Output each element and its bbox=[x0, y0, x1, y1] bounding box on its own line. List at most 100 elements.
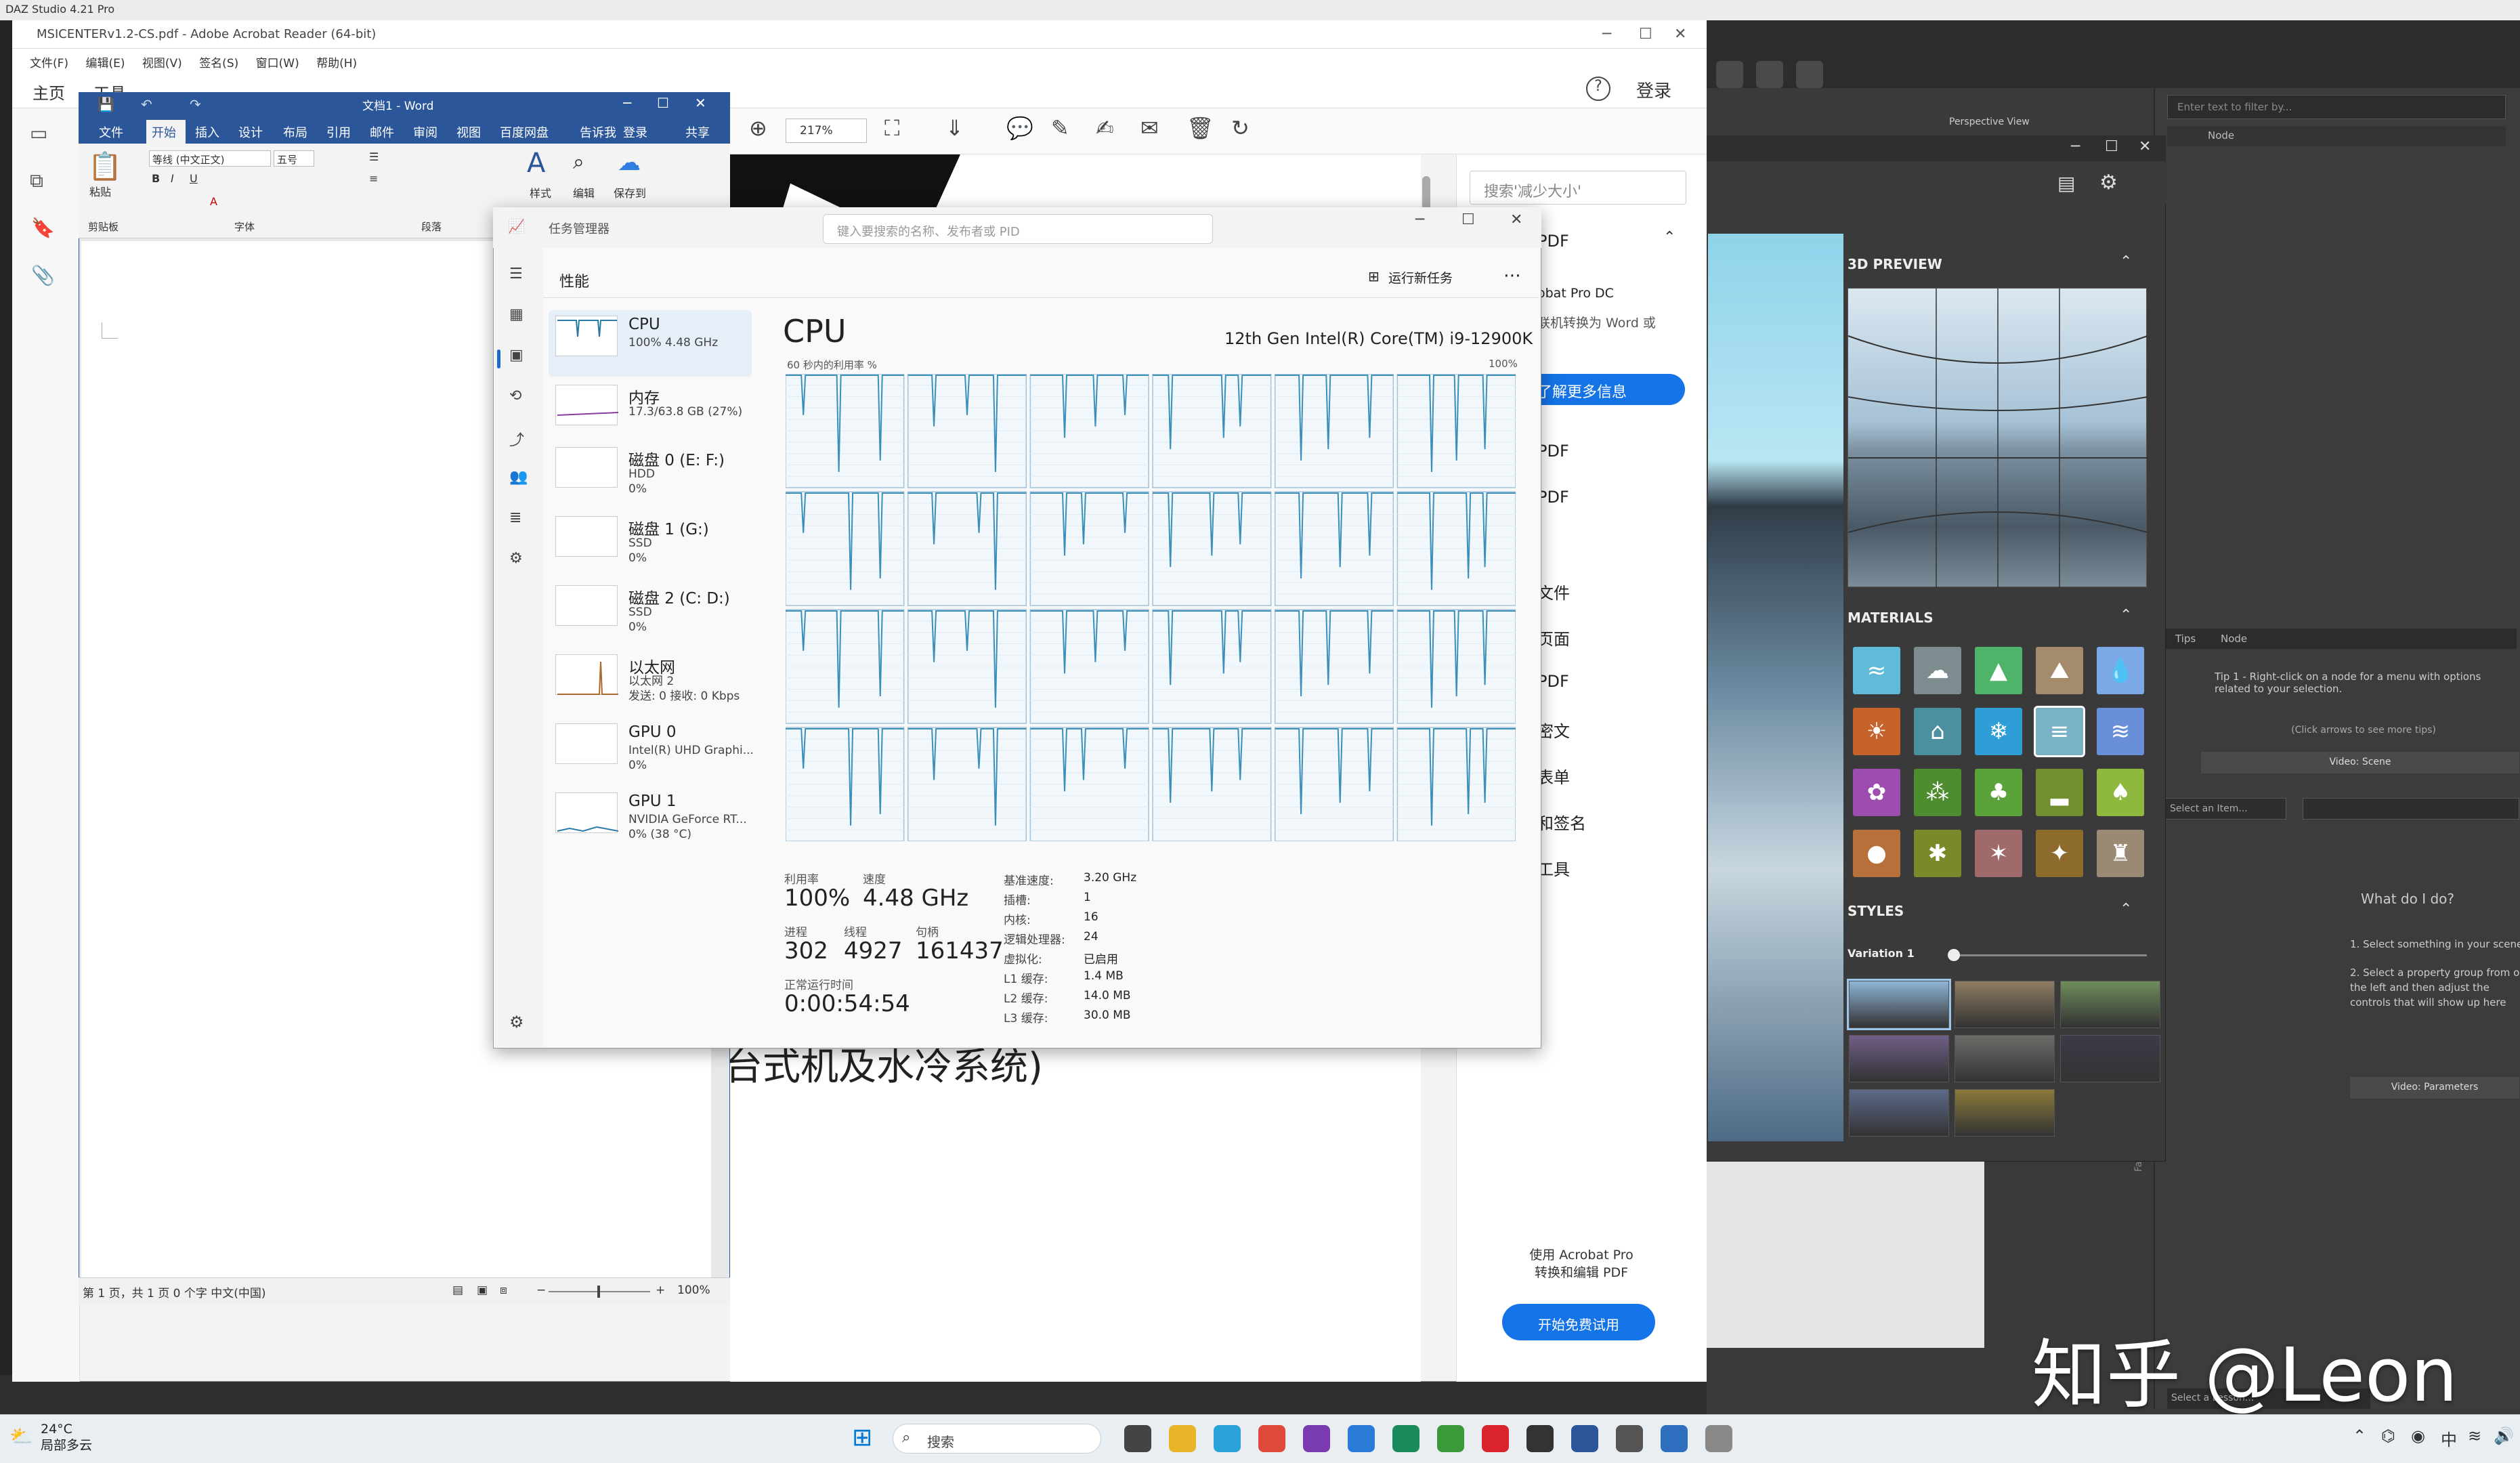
save-baidu-label[interactable]: 保存到 bbox=[614, 184, 646, 200]
word-tab-review[interactable]: 审阅 bbox=[413, 123, 437, 141]
perf-item-cpu[interactable]: CPU 100% 4.48 GHz bbox=[549, 310, 752, 377]
minimize-icon[interactable]: ─ bbox=[1602, 26, 1611, 43]
vscode-icon[interactable] bbox=[1348, 1425, 1375, 1452]
save-icon[interactable]: ▭ bbox=[30, 122, 47, 144]
gear-icon[interactable]: ⚙ bbox=[2099, 171, 2118, 194]
services-icon[interactable]: ⚙ bbox=[509, 550, 523, 567]
process-search-input[interactable]: 键入要搜索的名称、发布者或 PID bbox=[823, 214, 1213, 244]
palm-material-tile[interactable]: ✱ bbox=[1914, 830, 1961, 877]
weather-widget[interactable]: 24°C 局部多云 bbox=[41, 1421, 92, 1454]
redo-icon[interactable]: ↷ bbox=[190, 96, 201, 112]
photos-icon[interactable] bbox=[1705, 1425, 1732, 1452]
taskbar-search[interactable]: 搜索 bbox=[893, 1424, 1101, 1454]
tab-tips[interactable]: Tips bbox=[2164, 629, 2206, 649]
zoom-slider-knob[interactable] bbox=[597, 1286, 600, 1298]
delete-icon[interactable]: 🗑 bbox=[1187, 115, 1214, 141]
app-history-icon[interactable]: ⟲ bbox=[509, 387, 521, 404]
chevron-up-icon[interactable]: ⌃ bbox=[2120, 901, 2132, 918]
daz-viewport[interactable] bbox=[1707, 1158, 1984, 1348]
users-icon[interactable]: 👥 bbox=[509, 469, 528, 486]
word-tab-file[interactable]: 文件 bbox=[99, 123, 123, 141]
style-thumbnail[interactable] bbox=[1849, 1035, 1949, 1082]
language-icon[interactable]: 中 bbox=[2441, 1426, 2457, 1450]
performance-icon[interactable]: ▣ bbox=[509, 347, 524, 364]
word-icon[interactable] bbox=[1571, 1425, 1598, 1452]
chevron-up-icon[interactable]: ⌃ bbox=[1663, 229, 1675, 246]
minimize-icon[interactable]: ─ bbox=[2071, 138, 2080, 155]
underline-icon[interactable]: U bbox=[190, 172, 198, 185]
wind-material-tile[interactable]: ≋ bbox=[2097, 708, 2144, 755]
taskview-icon[interactable] bbox=[1124, 1425, 1151, 1452]
onenote-icon[interactable] bbox=[1303, 1425, 1330, 1452]
volume-icon[interactable]: 🔊 bbox=[2494, 1426, 2514, 1445]
chevron-up-icon[interactable]: ⌃ bbox=[2120, 607, 2132, 624]
undo-icon[interactable]: ↶ bbox=[141, 96, 152, 112]
tree-material-tile[interactable]: ♠ bbox=[2097, 769, 2144, 816]
store-icon[interactable] bbox=[1392, 1425, 1419, 1452]
right-item-7[interactable]: PDF bbox=[1537, 672, 1569, 691]
tools-search-input[interactable]: 搜索'减少大小' bbox=[1470, 171, 1686, 205]
chrome-icon[interactable] bbox=[1258, 1425, 1285, 1452]
variation-slider[interactable] bbox=[1950, 954, 2147, 956]
desert-material-tile[interactable]: ☀ bbox=[1853, 708, 1900, 755]
rotate-icon[interactable]: ↻ bbox=[1231, 115, 1250, 141]
stamp-icon[interactable]: ✉ bbox=[1140, 115, 1159, 141]
paste-icon[interactable]: 📋 bbox=[88, 150, 122, 182]
align-icon[interactable]: ≡ bbox=[369, 172, 378, 185]
drop-material-tile[interactable]: 💧 bbox=[2097, 647, 2144, 694]
word-tab-layout[interactable]: 布局 bbox=[283, 123, 307, 141]
word-tab-insert[interactable]: 插入 bbox=[195, 123, 219, 141]
water-material-tile[interactable]: ≈ bbox=[1853, 647, 1900, 694]
maximize-icon[interactable]: ☐ bbox=[1461, 211, 1475, 228]
word-tab-design[interactable]: 设计 bbox=[238, 123, 263, 141]
run-task-icon[interactable]: ⊞ bbox=[1368, 268, 1380, 284]
find-icon[interactable]: ⌕ bbox=[573, 150, 584, 174]
perf-item-disk2[interactable]: 磁盘 2 (C: D:) SSD 0% bbox=[549, 580, 752, 646]
perf-item-disk1[interactable]: 磁盘 1 (G:) SSD 0% bbox=[549, 511, 752, 577]
field-material-tile[interactable]: ▂ bbox=[2036, 769, 2083, 816]
star-material-tile[interactable]: ✦ bbox=[2036, 830, 2083, 877]
paint-icon[interactable] bbox=[1437, 1425, 1464, 1452]
app-tray-icon[interactable]: ◉ bbox=[2411, 1426, 2425, 1445]
video-scene-button[interactable]: Video: Scene bbox=[2201, 752, 2519, 773]
perf-item-disk0[interactable]: 磁盘 0 (E: F:) HDD 0% bbox=[549, 442, 752, 508]
right-item-9[interactable]: 表单 bbox=[1537, 764, 1570, 788]
perf-item-ethernet[interactable]: 以太网 以太网 2 发送: 0 接收: 0 Kbps bbox=[549, 649, 752, 715]
snowflake-material-tile[interactable]: ❄ bbox=[1975, 708, 2022, 755]
save-icon[interactable]: 💾 bbox=[98, 96, 114, 112]
zoom-dropdown[interactable]: 217% bbox=[786, 119, 867, 143]
parameters-search-input[interactable] bbox=[2303, 798, 2519, 820]
file-explorer-icon[interactable] bbox=[1169, 1425, 1196, 1452]
word-zoom-level[interactable]: 100% bbox=[677, 1284, 710, 1297]
styles-icon[interactable]: A bbox=[527, 148, 545, 179]
house-material-tile[interactable]: ⌂ bbox=[1914, 708, 1961, 755]
right-item-3[interactable]: PDF bbox=[1537, 442, 1569, 461]
bookmark-icon[interactable]: 🔖 bbox=[31, 217, 55, 239]
free-trial-button[interactable]: 开始免费试用 bbox=[1502, 1304, 1655, 1340]
web-layout-icon[interactable]: ⧈ bbox=[500, 1284, 507, 1297]
read-mode-icon[interactable]: ▤ bbox=[452, 1284, 463, 1297]
minimize-icon[interactable]: ─ bbox=[1415, 211, 1424, 228]
acrobat-login[interactable]: 登录 bbox=[1636, 77, 1671, 102]
word-tell-me[interactable]: 告诉我 bbox=[580, 123, 616, 141]
hamburger-icon[interactable]: ☰ bbox=[509, 266, 523, 282]
right-item-5[interactable]: 文件 bbox=[1537, 580, 1570, 603]
baidu-cloud-icon[interactable]: ☁ bbox=[618, 149, 641, 176]
help-icon[interactable]: ? bbox=[1586, 77, 1610, 101]
snapshot-icon[interactable] bbox=[1796, 61, 1824, 88]
rock-material-tile[interactable]: ● bbox=[1853, 830, 1900, 877]
video-parameters-button[interactable]: Video: Parameters bbox=[2350, 1077, 2519, 1099]
bullet-list-icon[interactable]: ☰ bbox=[369, 150, 379, 163]
zoom-in-icon[interactable]: + bbox=[656, 1284, 665, 1297]
word-signin[interactable]: 登录 bbox=[623, 123, 647, 141]
daz-icon[interactable] bbox=[1526, 1425, 1554, 1452]
tower-material-tile[interactable]: ♜ bbox=[2097, 830, 2144, 877]
word-tab-mailings[interactable]: 邮件 bbox=[370, 123, 394, 141]
font-size-dropdown[interactable]: 五号 bbox=[274, 150, 314, 167]
app-icon[interactable] bbox=[1616, 1425, 1643, 1452]
maximize-icon[interactable]: ☐ bbox=[657, 95, 669, 111]
style-thumbnail[interactable] bbox=[1955, 1035, 2055, 1082]
fit-page-icon[interactable]: ⛶ bbox=[884, 115, 899, 142]
cloud-material-tile[interactable]: ☁ bbox=[1914, 647, 1961, 694]
close-icon[interactable]: ✕ bbox=[1510, 211, 1522, 228]
